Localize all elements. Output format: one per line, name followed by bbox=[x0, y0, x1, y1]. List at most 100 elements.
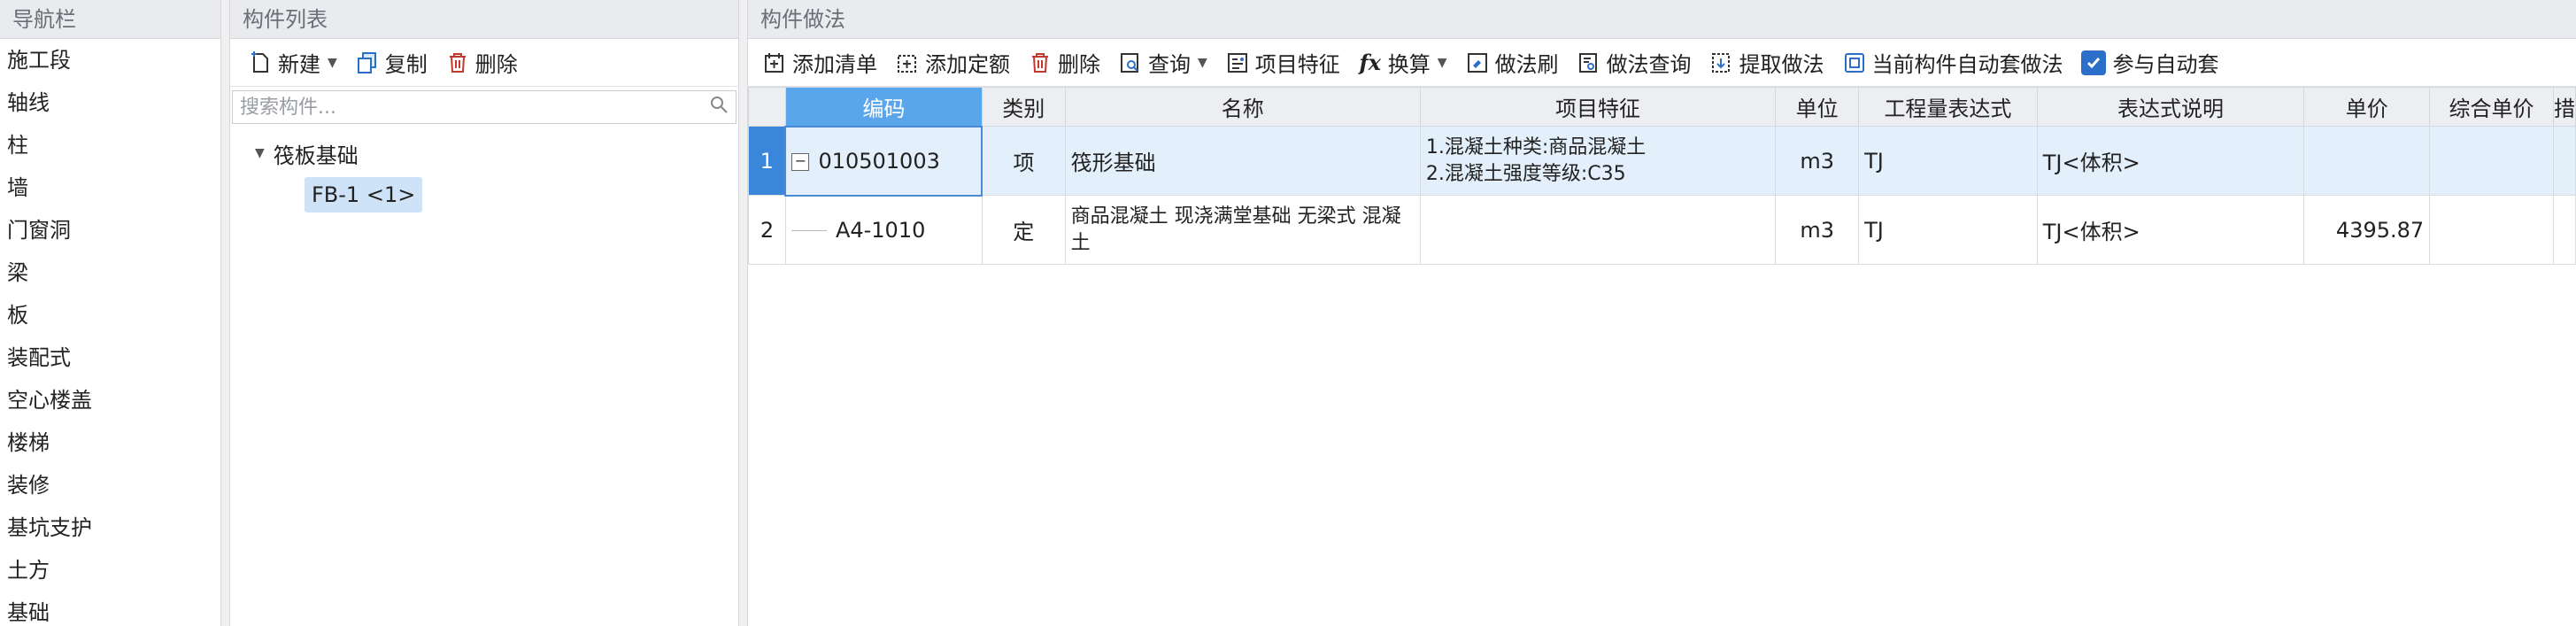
nav-item-door-window[interactable]: 门窗洞 bbox=[0, 209, 220, 251]
col-header-name[interactable]: 名称 bbox=[1064, 87, 1421, 127]
header-corner bbox=[748, 87, 786, 127]
delete-method-button[interactable]: 删除 bbox=[1019, 45, 1109, 81]
tree-leaf-fb1[interactable]: FB-1 <1> bbox=[305, 177, 423, 213]
query-button[interactable]: 查询 ▼ bbox=[1109, 45, 1216, 81]
cell-expr-desc[interactable]: TJ<体积> bbox=[2036, 126, 2305, 196]
row-index[interactable]: 1 bbox=[748, 126, 786, 196]
collapse-icon[interactable]: − bbox=[791, 152, 810, 171]
nav-item-wall[interactable]: 墙 bbox=[0, 166, 220, 209]
brush-label: 做法刷 bbox=[1494, 52, 1559, 77]
component-list-panel: 构件列表 新建 ▼ 复制 删除 ▼ 筏板基础 bbox=[229, 0, 739, 626]
nav-list: 施工段 轴线 柱 墙 门窗洞 梁 板 装配式 空心楼盖 楼梯 装修 基坑支护 土… bbox=[0, 39, 220, 626]
tree-group-label: 筏板基础 bbox=[273, 143, 359, 168]
add-list-icon bbox=[762, 50, 787, 75]
add-list-label: 添加清单 bbox=[792, 52, 877, 77]
row-index[interactable]: 2 bbox=[748, 195, 786, 265]
cell-unit[interactable]: m3 bbox=[1775, 126, 1860, 196]
copy-button-label: 复制 bbox=[384, 52, 428, 77]
cell-price[interactable] bbox=[2303, 126, 2431, 196]
method-query-label: 做法查询 bbox=[1606, 52, 1692, 77]
cell-comp-price[interactable] bbox=[2429, 195, 2554, 265]
add-quota-label: 添加定额 bbox=[925, 52, 1010, 77]
cell-expr-desc[interactable]: TJ<体积> bbox=[2036, 195, 2305, 265]
extract-button[interactable]: 提取做法 bbox=[1701, 45, 1833, 81]
component-search bbox=[232, 90, 737, 124]
cell-measure[interactable] bbox=[2552, 195, 2576, 265]
nav-item-axis[interactable]: 轴线 bbox=[0, 81, 220, 124]
cell-code-text: A4-1010 bbox=[835, 217, 926, 243]
cell-name[interactable]: 商品混凝土 现浇满堂基础 无梁式 混凝土 bbox=[1064, 195, 1421, 265]
cell-feature[interactable] bbox=[1419, 195, 1777, 265]
cell-comp-price[interactable] bbox=[2429, 126, 2554, 196]
tree-group-raft-foundation[interactable]: ▼ 筏板基础 bbox=[230, 135, 738, 172]
table-row[interactable]: 1 −010501003 项 筏形基础 1.混凝土种类:商品混凝土 2.混凝土强… bbox=[748, 125, 2576, 197]
cell-price[interactable]: 4395.87 bbox=[2303, 195, 2431, 265]
nav-item-beam[interactable]: 梁 bbox=[0, 251, 220, 294]
nav-panel: 导航栏 施工段 轴线 柱 墙 门窗洞 梁 板 装配式 空心楼盖 楼梯 装修 基坑… bbox=[0, 0, 221, 626]
delete-component-button[interactable]: 删除 bbox=[436, 45, 527, 81]
cell-category[interactable]: 项 bbox=[981, 126, 1066, 196]
feature-button[interactable]: 项目特征 bbox=[1216, 45, 1349, 81]
feature-line-1: 1.混凝土种类:商品混凝土 bbox=[1425, 135, 1647, 158]
nav-item-column[interactable]: 柱 bbox=[0, 124, 220, 166]
cell-expr[interactable]: TJ bbox=[1858, 126, 2038, 196]
method-toolbar: 添加清单 添加定额 删除 查询 ▼ 项目特征 fx 换算 ▼ 做法刷 做法查询 … bbox=[748, 39, 2576, 87]
add-quota-button[interactable]: 添加定额 bbox=[886, 45, 1019, 81]
query-dropdown-icon[interactable]: ▼ bbox=[1198, 56, 1207, 70]
cell-name[interactable]: 筏形基础 bbox=[1064, 126, 1421, 196]
new-dropdown-icon[interactable]: ▼ bbox=[328, 56, 337, 70]
nav-item-construction-section[interactable]: 施工段 bbox=[0, 39, 220, 81]
copy-button[interactable]: 复制 bbox=[346, 45, 436, 81]
nav-item-stairs[interactable]: 楼梯 bbox=[0, 421, 220, 464]
col-header-expr[interactable]: 工程量表达式 bbox=[1858, 87, 2038, 127]
cell-code[interactable]: A4-1010 bbox=[784, 195, 983, 265]
method-query-button[interactable]: 做法查询 bbox=[1568, 45, 1701, 81]
join-auto-checkbox[interactable]: 参与自动套 bbox=[2072, 45, 2228, 81]
method-panel: 构件做法 添加清单 添加定额 删除 查询 ▼ 项目特征 fx 换算 ▼ 做法刷 … bbox=[747, 0, 2576, 626]
nav-item-foundation[interactable]: 基础 bbox=[0, 591, 220, 626]
component-list-title: 构件列表 bbox=[230, 0, 738, 39]
col-header-feature[interactable]: 项目特征 bbox=[1419, 87, 1777, 127]
nav-item-slab[interactable]: 板 bbox=[0, 294, 220, 336]
nav-item-earthwork[interactable]: 土方 bbox=[0, 549, 220, 591]
col-header-measure[interactable]: 措 bbox=[2552, 87, 2576, 127]
query-label: 查询 bbox=[1148, 52, 1191, 77]
delete-component-label: 删除 bbox=[474, 52, 518, 77]
convert-button[interactable]: fx 换算 ▼ bbox=[1349, 45, 1456, 81]
col-header-price[interactable]: 单价 bbox=[2303, 87, 2431, 127]
delete-method-label: 删除 bbox=[1058, 52, 1100, 77]
table-row[interactable]: 2 A4-1010 定 商品混凝土 现浇满堂基础 无梁式 混凝土 m3 TJ T… bbox=[748, 195, 2576, 265]
trash-icon bbox=[445, 50, 470, 75]
search-icon[interactable] bbox=[709, 95, 729, 120]
cell-feature[interactable]: 1.混凝土种类:商品混凝土 2.混凝土强度等级:C35 bbox=[1419, 126, 1777, 196]
cell-expr[interactable]: TJ bbox=[1858, 195, 2038, 265]
nav-item-pit-support[interactable]: 基坑支护 bbox=[0, 506, 220, 549]
nav-item-decoration[interactable]: 装修 bbox=[0, 464, 220, 506]
col-header-unit[interactable]: 单位 bbox=[1775, 87, 1860, 127]
auto-apply-button[interactable]: 当前构件自动套做法 bbox=[1833, 45, 2072, 81]
col-header-comp-price[interactable]: 综合单价 bbox=[2429, 87, 2554, 127]
cell-measure[interactable] bbox=[2552, 126, 2576, 196]
component-search-input[interactable] bbox=[240, 96, 709, 119]
cell-code[interactable]: −010501003 bbox=[784, 125, 983, 197]
col-header-code[interactable]: 编码 bbox=[784, 87, 983, 127]
col-header-category[interactable]: 类别 bbox=[981, 87, 1066, 127]
copy-icon bbox=[355, 50, 380, 75]
convert-dropdown-icon[interactable]: ▼ bbox=[1438, 56, 1447, 70]
nav-item-hollow-floor[interactable]: 空心楼盖 bbox=[0, 379, 220, 421]
table-header-row: 编码 类别 名称 项目特征 单位 工程量表达式 表达式说明 单价 综合单价 措 bbox=[748, 87, 2576, 127]
nav-item-prefab[interactable]: 装配式 bbox=[0, 336, 220, 379]
add-list-button[interactable]: 添加清单 bbox=[753, 45, 886, 81]
brush-button[interactable]: 做法刷 bbox=[1456, 45, 1568, 81]
auto-apply-icon bbox=[1842, 50, 1867, 75]
expand-icon[interactable]: ▼ bbox=[255, 146, 265, 160]
new-button[interactable]: 新建 ▼ bbox=[239, 45, 346, 81]
col-header-expr-desc[interactable]: 表达式说明 bbox=[2036, 87, 2305, 127]
cell-category[interactable]: 定 bbox=[981, 195, 1066, 265]
cell-unit[interactable]: m3 bbox=[1775, 195, 1860, 265]
extract-icon bbox=[1709, 50, 1734, 75]
feature-label: 项目特征 bbox=[1254, 52, 1340, 77]
add-quota-icon bbox=[895, 50, 920, 75]
checkbox-checked-icon[interactable] bbox=[2080, 50, 2106, 75]
nav-panel-title: 导航栏 bbox=[0, 0, 220, 39]
